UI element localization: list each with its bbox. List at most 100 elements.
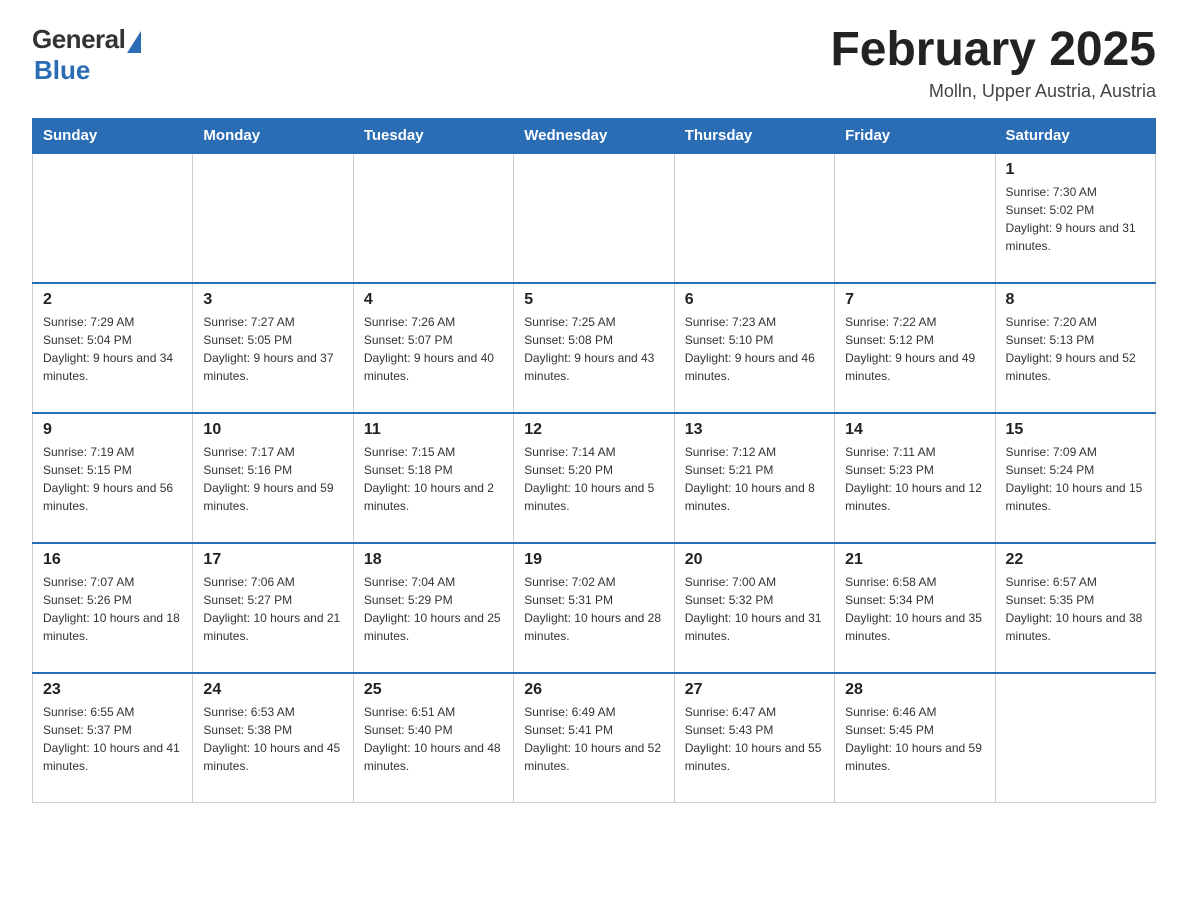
calendar-cell: 1 Sunrise: 7:30 AMSunset: 5:02 PMDaylight… <box>995 153 1155 283</box>
day-number: 15 <box>1006 421 1145 439</box>
calendar-cell: 12Sunrise: 7:14 AMSunset: 5:20 PMDayligh… <box>514 413 674 543</box>
calendar-header-row: SundayMondayTuesdayWednesdayThursdayFrid… <box>33 118 1156 153</box>
day-number: 5 <box>524 291 663 309</box>
day-number: 23 <box>43 681 182 699</box>
day-info: Sunrise: 7:22 AMSunset: 5:12 PMDaylight:… <box>845 313 984 385</box>
day-info: Sunrise: 7:15 AMSunset: 5:18 PMDaylight:… <box>364 443 503 515</box>
day-info: Sunrise: 7:12 AMSunset: 5:21 PMDaylight:… <box>685 443 824 515</box>
calendar-cell: 6 Sunrise: 7:23 AMSunset: 5:10 PMDaylight… <box>674 283 834 413</box>
day-info: Sunrise: 6:57 AMSunset: 5:35 PMDaylight:… <box>1006 573 1145 645</box>
day-number: 20 <box>685 551 824 569</box>
calendar-cell: 3Sunrise: 7:27 AMSunset: 5:05 PMDaylight… <box>193 283 353 413</box>
calendar-cell: 27 Sunrise: 6:47 AMSunset: 5:43 PMDayligh… <box>674 673 834 803</box>
calendar-cell: 26 Sunrise: 6:49 AMSunset: 5:41 PMDayligh… <box>514 673 674 803</box>
day-number: 24 <box>203 681 342 699</box>
calendar-cell: 20 Sunrise: 7:00 AMSunset: 5:32 PMDayligh… <box>674 543 834 673</box>
day-info: Sunrise: 6:51 AMSunset: 5:40 PMDaylight:… <box>364 703 503 775</box>
day-info: Sunrise: 7:27 AMSunset: 5:05 PMDaylight:… <box>203 313 342 385</box>
calendar-cell: 9Sunrise: 7:19 AMSunset: 5:15 PMDaylight… <box>33 413 193 543</box>
calendar-cell: 14Sunrise: 7:11 AMSunset: 5:23 PMDayligh… <box>835 413 995 543</box>
day-info: Sunrise: 7:29 AMSunset: 5:04 PMDaylight:… <box>43 313 182 385</box>
day-info: Sunrise: 6:49 AMSunset: 5:41 PMDaylight:… <box>524 703 663 775</box>
page-header: General Blue February 2025 Molln, Upper … <box>32 24 1156 102</box>
day-info: Sunrise: 7:20 AMSunset: 5:13 PMDaylight:… <box>1006 313 1145 385</box>
day-info: Sunrise: 7:30 AMSunset: 5:02 PMDaylight:… <box>1006 183 1145 255</box>
weekday-header-wednesday: Wednesday <box>514 118 674 153</box>
month-title: February 2025 <box>830 24 1156 77</box>
day-number: 10 <box>203 421 342 439</box>
calendar-cell: 25 Sunrise: 6:51 AMSunset: 5:40 PMDayligh… <box>353 673 513 803</box>
weekday-header-saturday: Saturday <box>995 118 1155 153</box>
day-number: 7 <box>845 291 984 309</box>
day-number: 6 <box>685 291 824 309</box>
weekday-header-friday: Friday <box>835 118 995 153</box>
calendar-cell <box>33 153 193 283</box>
day-info: Sunrise: 6:53 AMSunset: 5:38 PMDaylight:… <box>203 703 342 775</box>
day-number: 26 <box>524 681 663 699</box>
calendar-cell: 10 Sunrise: 7:17 AMSunset: 5:16 PMDayligh… <box>193 413 353 543</box>
weekday-header-thursday: Thursday <box>674 118 834 153</box>
day-number: 22 <box>1006 551 1145 569</box>
day-number: 11 <box>364 421 503 439</box>
calendar-cell: 17 Sunrise: 7:06 AMSunset: 5:27 PMDayligh… <box>193 543 353 673</box>
calendar-cell <box>835 153 995 283</box>
calendar-cell: 19 Sunrise: 7:02 AMSunset: 5:31 PMDayligh… <box>514 543 674 673</box>
day-number: 14 <box>845 421 984 439</box>
day-number: 18 <box>364 551 503 569</box>
calendar-cell: 18 Sunrise: 7:04 AMSunset: 5:29 PMDayligh… <box>353 543 513 673</box>
calendar-cell: 11 Sunrise: 7:15 AMSunset: 5:18 PMDayligh… <box>353 413 513 543</box>
weekday-header-tuesday: Tuesday <box>353 118 513 153</box>
day-info: Sunrise: 6:47 AMSunset: 5:43 PMDaylight:… <box>685 703 824 775</box>
location-text: Molln, Upper Austria, Austria <box>830 81 1156 102</box>
day-number: 28 <box>845 681 984 699</box>
calendar-cell: 5 Sunrise: 7:25 AMSunset: 5:08 PMDaylight… <box>514 283 674 413</box>
day-number: 25 <box>364 681 503 699</box>
calendar-cell: 13 Sunrise: 7:12 AMSunset: 5:21 PMDayligh… <box>674 413 834 543</box>
calendar-cell <box>674 153 834 283</box>
calendar-cell: 23 Sunrise: 6:55 AMSunset: 5:37 PMDayligh… <box>33 673 193 803</box>
day-number: 1 <box>1006 161 1145 179</box>
calendar-cell: 15Sunrise: 7:09 AMSunset: 5:24 PMDayligh… <box>995 413 1155 543</box>
weekday-header-monday: Monday <box>193 118 353 153</box>
day-number: 4 <box>364 291 503 309</box>
calendar-cell: 28 Sunrise: 6:46 AMSunset: 5:45 PMDayligh… <box>835 673 995 803</box>
day-number: 12 <box>524 421 663 439</box>
calendar-week-row: 16 Sunrise: 7:07 AMSunset: 5:26 PMDayligh… <box>33 543 1156 673</box>
calendar-week-row: 9Sunrise: 7:19 AMSunset: 5:15 PMDaylight… <box>33 413 1156 543</box>
day-number: 8 <box>1006 291 1145 309</box>
day-info: Sunrise: 7:25 AMSunset: 5:08 PMDaylight:… <box>524 313 663 385</box>
day-info: Sunrise: 7:23 AMSunset: 5:10 PMDaylight:… <box>685 313 824 385</box>
weekday-header-sunday: Sunday <box>33 118 193 153</box>
day-info: Sunrise: 7:07 AMSunset: 5:26 PMDaylight:… <box>43 573 182 645</box>
day-info: Sunrise: 7:06 AMSunset: 5:27 PMDaylight:… <box>203 573 342 645</box>
day-info: Sunrise: 6:58 AMSunset: 5:34 PMDaylight:… <box>845 573 984 645</box>
day-info: Sunrise: 7:00 AMSunset: 5:32 PMDaylight:… <box>685 573 824 645</box>
calendar-cell <box>353 153 513 283</box>
logo-blue-text: Blue <box>34 55 90 86</box>
calendar-cell: 21 Sunrise: 6:58 AMSunset: 5:34 PMDayligh… <box>835 543 995 673</box>
logo-triangle-icon <box>127 31 141 53</box>
calendar-week-row: 23 Sunrise: 6:55 AMSunset: 5:37 PMDayligh… <box>33 673 1156 803</box>
calendar-week-row: 1 Sunrise: 7:30 AMSunset: 5:02 PMDaylight… <box>33 153 1156 283</box>
day-number: 21 <box>845 551 984 569</box>
calendar-cell <box>995 673 1155 803</box>
day-info: Sunrise: 6:46 AMSunset: 5:45 PMDaylight:… <box>845 703 984 775</box>
day-number: 13 <box>685 421 824 439</box>
calendar-cell: 8 Sunrise: 7:20 AMSunset: 5:13 PMDaylight… <box>995 283 1155 413</box>
day-info: Sunrise: 7:17 AMSunset: 5:16 PMDaylight:… <box>203 443 342 515</box>
day-info: Sunrise: 6:55 AMSunset: 5:37 PMDaylight:… <box>43 703 182 775</box>
day-number: 17 <box>203 551 342 569</box>
calendar-week-row: 2 Sunrise: 7:29 AMSunset: 5:04 PMDaylight… <box>33 283 1156 413</box>
calendar-cell: 24 Sunrise: 6:53 AMSunset: 5:38 PMDayligh… <box>193 673 353 803</box>
day-number: 16 <box>43 551 182 569</box>
calendar-cell: 22 Sunrise: 6:57 AMSunset: 5:35 PMDayligh… <box>995 543 1155 673</box>
day-number: 19 <box>524 551 663 569</box>
calendar-cell: 2 Sunrise: 7:29 AMSunset: 5:04 PMDaylight… <box>33 283 193 413</box>
calendar-cell <box>514 153 674 283</box>
day-info: Sunrise: 7:04 AMSunset: 5:29 PMDaylight:… <box>364 573 503 645</box>
calendar-cell: 4Sunrise: 7:26 AMSunset: 5:07 PMDaylight… <box>353 283 513 413</box>
day-number: 27 <box>685 681 824 699</box>
day-number: 2 <box>43 291 182 309</box>
calendar-table: SundayMondayTuesdayWednesdayThursdayFrid… <box>32 118 1156 804</box>
day-info: Sunrise: 7:02 AMSunset: 5:31 PMDaylight:… <box>524 573 663 645</box>
